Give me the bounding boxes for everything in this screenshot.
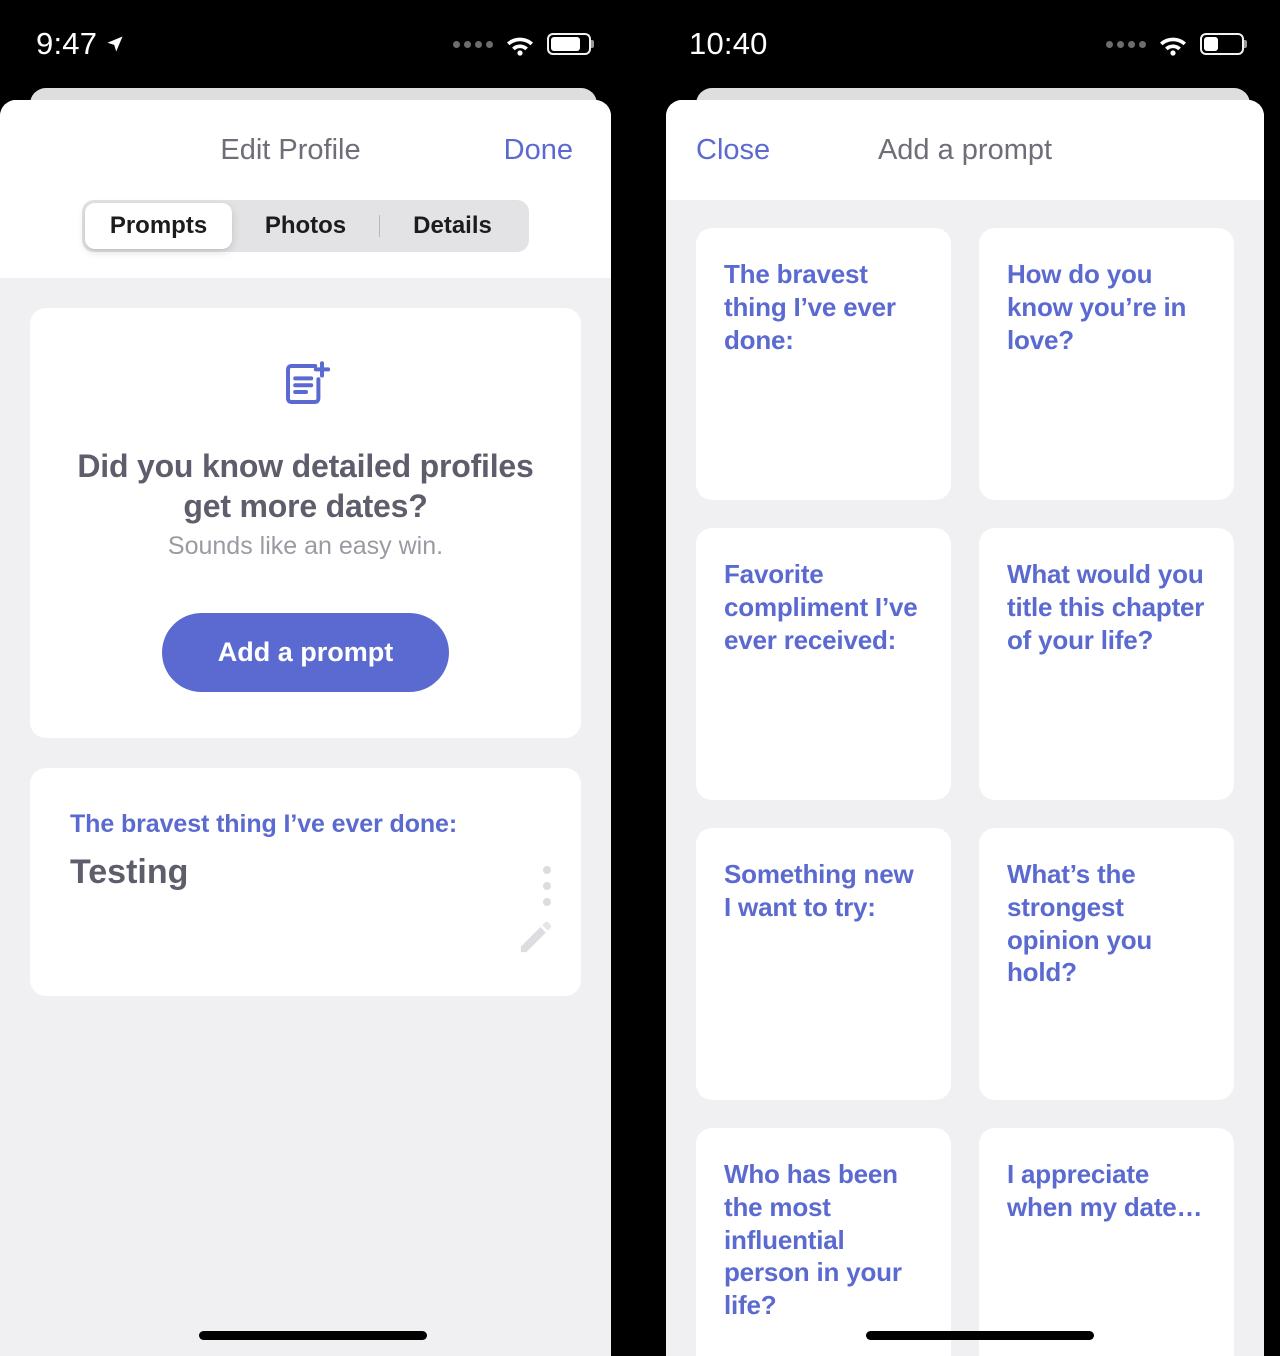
dual-screen-container: 9:47 Edit Profile Done Prompts Photos De… xyxy=(0,0,1280,1356)
prompt-question: The bravest thing I’ve ever done: xyxy=(70,810,458,838)
status-bar-left: 10:40 xyxy=(653,26,768,62)
kebab-menu-icon[interactable] xyxy=(543,866,551,914)
prompt-option[interactable]: Something new I want to try: xyxy=(696,828,951,1100)
prompt-option[interactable]: What’s the strongest opinion you hold? xyxy=(979,828,1234,1100)
wifi-icon xyxy=(507,37,533,56)
prompt-option[interactable]: How do you know you’re in love? xyxy=(979,228,1234,500)
segmented-control-wrapper: Prompts Photos Details xyxy=(0,200,611,278)
add-a-prompt-sheet: Close Add a prompt The bravest thing I’v… xyxy=(666,100,1264,1356)
promo-title: Did you know detailed profiles get more … xyxy=(77,448,534,524)
prompt-option-text: Something new I want to try: xyxy=(724,859,914,922)
home-indicator xyxy=(199,1331,427,1340)
battery-icon xyxy=(1200,33,1244,55)
left-sheet-stack: Edit Profile Done Prompts Photos Details xyxy=(0,88,627,1356)
home-indicator xyxy=(866,1331,1094,1340)
note-plus-icon xyxy=(285,361,330,404)
tab-prompts[interactable]: Prompts xyxy=(85,203,232,249)
right-sheet-stack: Close Add a prompt The bravest thing I’v… xyxy=(653,88,1280,1356)
edit-profile-sheet: Edit Profile Done Prompts Photos Details xyxy=(0,100,611,1356)
close-button[interactable]: Close xyxy=(666,134,770,167)
status-bar-left: 9:47 xyxy=(0,26,125,62)
battery-icon xyxy=(547,33,591,55)
status-bar-time: 9:47 xyxy=(36,26,98,61)
prompt-option[interactable]: The bravest thing I’ve ever done: xyxy=(696,228,951,500)
prompt-option[interactable]: Who has been the most influential person… xyxy=(696,1128,951,1356)
cellular-dots-icon xyxy=(1106,40,1146,48)
left-phone-screen: 9:47 Edit Profile Done Prompts Photos De… xyxy=(0,0,627,1356)
prompt-answer: Testing xyxy=(70,853,189,891)
promo-subtitle: Sounds like an easy win. xyxy=(167,532,444,560)
prompt-option-text: Favorite compliment I’ve ever received: xyxy=(724,559,918,655)
prompt-option-text: The bravest thing I’ve ever done: xyxy=(724,259,896,355)
profile-tabs: Prompts Photos Details xyxy=(82,200,529,252)
cellular-dots-icon xyxy=(453,40,493,48)
edit-profile-navbar: Edit Profile Done xyxy=(0,100,611,200)
prompt-option-text: What’s the strongest opinion you hold? xyxy=(1007,859,1153,988)
status-bar-right xyxy=(1106,33,1280,56)
tab-photos[interactable]: Photos xyxy=(232,203,379,249)
prompt-grid: The bravest thing I’ve ever done: How do… xyxy=(696,200,1234,1356)
prompt-option[interactable]: What would you title this chapter of you… xyxy=(979,528,1234,800)
status-bar-time: 10:40 xyxy=(689,26,768,61)
right-phone-screen: 10:40 Close Add a prompt The bravest thi… xyxy=(653,0,1280,1356)
screen-divider xyxy=(627,0,653,1356)
pencil-icon[interactable] xyxy=(515,918,555,958)
right-status-bar: 10:40 xyxy=(653,0,1280,88)
add-a-prompt-button[interactable]: Add a prompt xyxy=(161,613,450,692)
promo-card: Did you know detailed profiles get more … xyxy=(30,308,581,738)
prompt-picker-content[interactable]: The bravest thing I’ve ever done: How do… xyxy=(666,200,1264,1356)
prompt-option[interactable]: I appreciate when my date… xyxy=(979,1128,1234,1356)
status-bar-right xyxy=(453,33,627,56)
prompts-tab-content[interactable]: Did you know detailed profiles get more … xyxy=(0,278,611,1356)
prompt-option-text: What would you title this chapter of you… xyxy=(1007,559,1205,655)
wifi-icon xyxy=(1160,37,1186,56)
prompt-option-text: Who has been the most influential person… xyxy=(724,1159,902,1320)
prompt-answer-card[interactable]: The bravest thing I’ve ever done: Testin… xyxy=(30,768,581,996)
location-arrow-icon xyxy=(107,36,123,52)
left-status-bar: 9:47 xyxy=(0,0,627,88)
done-button[interactable]: Done xyxy=(504,134,611,167)
prompt-option-text: I appreciate when my date… xyxy=(1007,1159,1203,1222)
prompt-option[interactable]: Favorite compliment I’ve ever received: xyxy=(696,528,951,800)
prompt-option-text: How do you know you’re in love? xyxy=(1007,259,1187,355)
tab-details[interactable]: Details xyxy=(379,203,526,249)
add-prompt-navbar: Close Add a prompt xyxy=(666,100,1264,200)
